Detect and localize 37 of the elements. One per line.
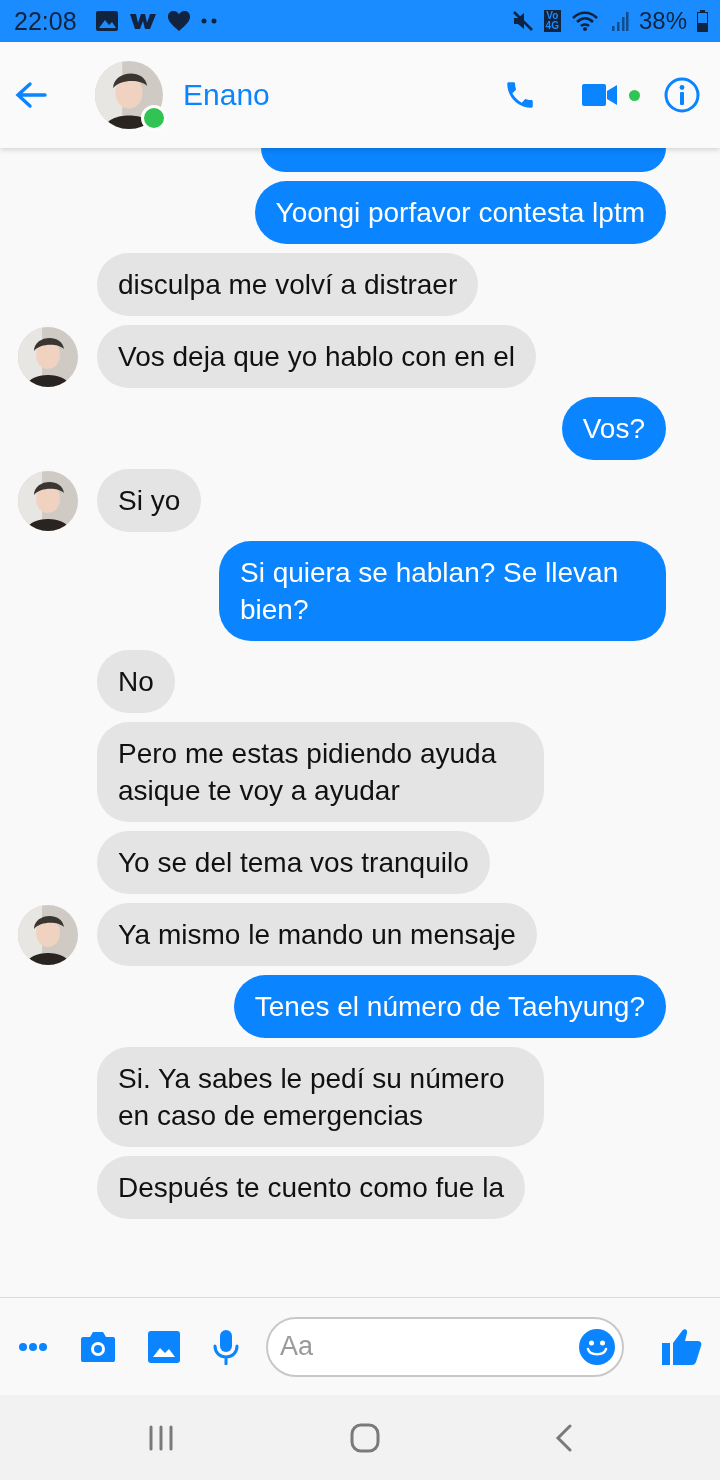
message-bubble: Pero me estas pidiendo ayuda asique te voy a ayudar xyxy=(97,722,544,822)
emoji-icon[interactable] xyxy=(579,1328,615,1365)
contact-name[interactable]: Enano xyxy=(183,78,270,112)
message-bubble: disculpa me volví a distraer xyxy=(97,253,479,316)
camera-icon[interactable] xyxy=(80,1330,116,1363)
thumbs-up-icon[interactable] xyxy=(662,1327,702,1366)
message-input-field[interactable]: Aa xyxy=(266,1316,624,1377)
message-bubble: Yoongi porfavor contesta lptm xyxy=(254,181,666,244)
clock-time: 22:08 xyxy=(14,6,77,36)
back-arrow-icon[interactable] xyxy=(15,81,47,109)
message-bubble: Tenes el número de Taehyung? xyxy=(233,975,666,1038)
microphone-icon[interactable] xyxy=(212,1328,240,1365)
message-bubble: Yo se del tema vos tranquilo xyxy=(97,831,490,894)
message-bubble: Ya mismo le mando un mensaje xyxy=(97,903,537,966)
message-bubble: Si yo xyxy=(97,469,202,532)
message-bubble: No xyxy=(97,650,175,713)
message-bubble: Vos? xyxy=(561,397,666,460)
mute-icon xyxy=(511,10,534,32)
signal-icon xyxy=(610,10,629,32)
message-bubble: Si quiera se hablan? Se llevan bien? xyxy=(219,541,666,641)
video-camera-icon[interactable] xyxy=(582,82,618,108)
home-icon[interactable] xyxy=(350,1422,380,1453)
more-options-icon[interactable] xyxy=(18,1341,48,1352)
heart-icon xyxy=(166,10,191,32)
battery-icon xyxy=(697,10,708,32)
back-icon[interactable] xyxy=(554,1423,573,1452)
message-bubble: Vos deja que yo hablo con en el xyxy=(97,325,536,388)
battery-percent: 38% xyxy=(638,7,687,35)
info-icon[interactable] xyxy=(664,77,700,113)
network-type-icon: Vo 4G xyxy=(543,10,561,32)
image-icon xyxy=(94,10,119,32)
w-logo-icon xyxy=(128,11,157,31)
message-bubble: Después te cuento como fue la xyxy=(97,1156,525,1219)
recent-apps-icon[interactable] xyxy=(147,1424,176,1451)
gallery-icon[interactable] xyxy=(148,1330,180,1363)
message-bubble: Si. Ya sabes le pedí su número en caso de emergencias xyxy=(97,1047,544,1147)
more-dots-icon xyxy=(200,18,217,24)
